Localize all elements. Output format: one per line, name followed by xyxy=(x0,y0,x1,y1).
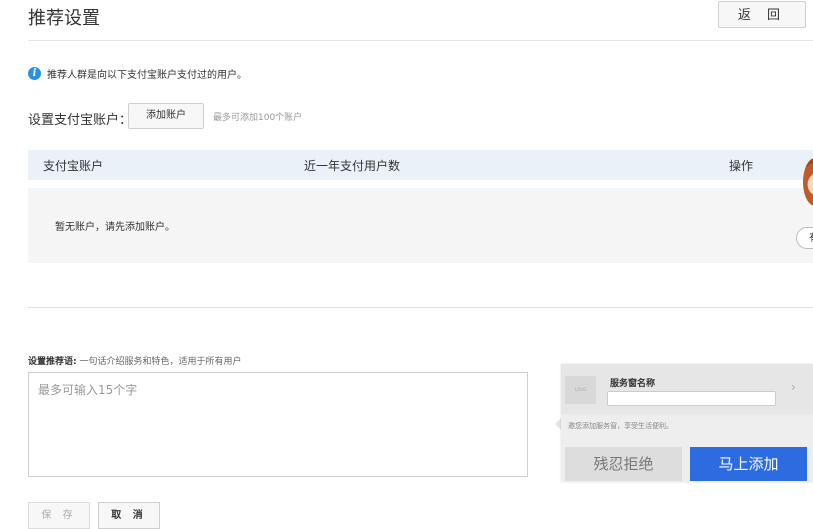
service-window-preview: LOGO 服务窗名称 › 邀您添加服务窗，享受生活便利。 残忍拒绝 马上添加 xyxy=(561,364,813,482)
side-help-pill[interactable]: 有 xyxy=(796,227,813,249)
recommendation-input[interactable] xyxy=(28,372,528,477)
column-header-account: 支付宝账户 xyxy=(43,159,104,173)
account-limit-hint: 最多可添加100个账户 xyxy=(213,113,303,123)
info-icon: i xyxy=(28,67,41,80)
empty-state-text: 暂无账户，请先添加账户。 xyxy=(55,222,175,233)
back-button[interactable]: 返 回 xyxy=(718,1,806,28)
invite-text: 邀您添加服务窗，享受生活便利。 xyxy=(568,422,673,430)
accounts-table-body: 暂无账户，请先添加账户。 xyxy=(28,188,813,263)
accept-button[interactable]: 马上添加 xyxy=(690,447,807,481)
accounts-table-header: 支付宝账户 近一年支付用户数 操作 xyxy=(28,150,813,180)
logo-placeholder: LOGO xyxy=(565,376,596,404)
service-name: 服务窗名称 xyxy=(610,379,656,389)
add-account-button[interactable]: 添加账户 xyxy=(128,103,204,129)
column-header-payers: 近一年支付用户数 xyxy=(304,159,401,173)
notice: i 推荐人群是向以下支付宝账户支付过的用户。 xyxy=(28,66,247,81)
column-header-actions: 操作 xyxy=(729,159,754,173)
recommendation-label: 设置推荐语: 一句话介绍服务和特色，适用于所有用户 xyxy=(28,354,242,367)
header-divider xyxy=(28,40,813,41)
recommendation-label-hint: 一句话介绍服务和特色，适用于所有用户 xyxy=(79,357,242,367)
account-label: 设置支付宝账户： xyxy=(28,113,133,128)
notice-text: 推荐人群是向以下支付宝账户支付过的用户。 xyxy=(47,70,247,81)
chevron-right-icon: › xyxy=(791,380,796,394)
section-divider xyxy=(28,307,813,308)
cancel-button[interactable]: 取 消 xyxy=(98,502,160,529)
recommendation-label-bold: 设置推荐语: xyxy=(28,357,77,367)
service-name-field xyxy=(607,391,776,406)
reject-button[interactable]: 残忍拒绝 xyxy=(565,447,682,481)
save-button[interactable]: 保 存 xyxy=(28,502,90,529)
page-title: 推荐设置 xyxy=(28,8,100,29)
preview-header: LOGO 服务窗名称 › xyxy=(561,364,813,414)
